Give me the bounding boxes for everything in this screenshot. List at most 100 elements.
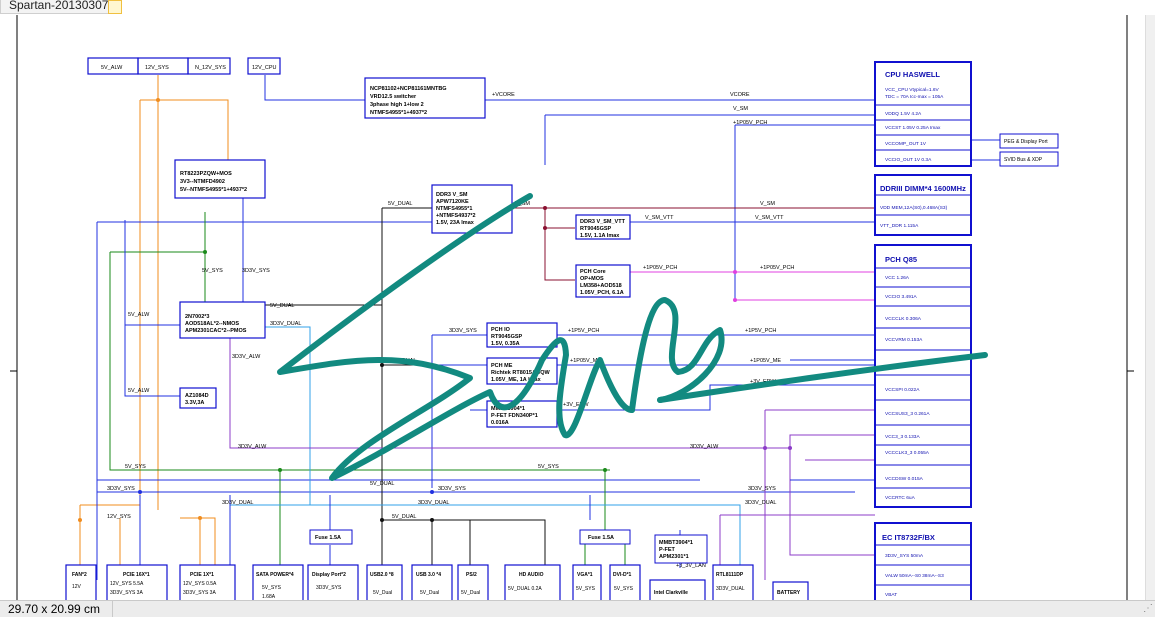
wire-5v-alw bbox=[124, 220, 180, 397]
schematic-sheet[interactable]: 5V_ALW 12V_SYS N_12V_SYS 12V_CPU +VCORE … bbox=[0, 15, 1145, 606]
junction-dots-black bbox=[380, 363, 434, 522]
rail-label: 5V_ALW bbox=[128, 388, 150, 394]
pch-row: VCCDSW 0.015A bbox=[885, 476, 924, 482]
rt8223-line: 5V--NTMFS4955*1+4937*2 bbox=[180, 187, 247, 193]
rail-label: 5V_DUAL bbox=[388, 201, 412, 207]
pch-io-line: 1.5V, 0.35A bbox=[491, 341, 520, 347]
ddr3-vsm-line: APW7120KE bbox=[436, 199, 469, 205]
document-tab[interactable]: Spartan-20130307 bbox=[0, 0, 118, 14]
rail-label: N_12V_SYS bbox=[195, 65, 226, 71]
peripheral-box-hd-audio bbox=[504, 564, 561, 606]
pch-core-line: PCH Core bbox=[580, 269, 606, 275]
pch-io-line: PCH IO bbox=[491, 327, 511, 333]
az1084-line: AZ1084D bbox=[185, 393, 209, 399]
rail-label: V_SM_VTT bbox=[645, 215, 674, 221]
pch-row: VCCVRM 0.153A bbox=[885, 337, 923, 343]
rail-label: 5V_SYS bbox=[538, 464, 559, 470]
dimm-title: DDRIII DIMM*4 1600MHz bbox=[880, 184, 966, 193]
cpu-row: VCCST 1.05V 0.25A Imax bbox=[885, 125, 941, 131]
rail-label: +1P05V_PCH bbox=[760, 265, 794, 271]
rail-label: 5V_DUAL bbox=[370, 481, 394, 487]
mmbt-line: 0.016A bbox=[491, 420, 509, 426]
rail-label: 5V_ALW bbox=[128, 312, 150, 318]
ec-title: EC IT8732F/BX bbox=[882, 533, 935, 542]
ddr3-vtt-line: RT9045GSP bbox=[580, 226, 612, 232]
pch-row: VCCSUS3_3 0.261A bbox=[885, 411, 930, 417]
rail-label: 3D3V_SYS bbox=[438, 486, 466, 492]
2n7002-line: APM2301CAC*2--PMOS bbox=[185, 328, 247, 334]
pch-me-line: PCH ME bbox=[491, 363, 513, 369]
ddr3-vtt-line: DDR3 V_SM_VTT bbox=[580, 219, 626, 225]
peg-display-port-label: PEG & Display Port bbox=[1004, 139, 1048, 145]
peripheral-name: RTL8111DP bbox=[716, 572, 744, 578]
peripheral-name: DVI-D*1 bbox=[613, 572, 632, 578]
resize-grip-icon[interactable]: ⋰ bbox=[1143, 603, 1153, 614]
peripheral-name: HD AUDIO bbox=[519, 572, 544, 578]
pch-row: VCCRTC 6uA bbox=[885, 495, 916, 501]
peripheral-rail: 3D3V_DUAL bbox=[716, 586, 745, 592]
svid-xdp-label: SVID Bus & XDP bbox=[1004, 157, 1043, 163]
rt8223-line: RT8223PZQW+MOS bbox=[180, 171, 232, 177]
status-bar-separator bbox=[112, 601, 113, 617]
peripheral-rail: 5V_Dual bbox=[461, 590, 480, 596]
rail-label: 3D3V_SYS bbox=[242, 268, 270, 274]
peripheral-name: PCIE 16X*1 bbox=[123, 572, 150, 578]
tab-file-icon bbox=[108, 0, 122, 14]
rail-label: 5V_DUAL bbox=[392, 514, 416, 520]
pch-core-line: OP+MOS bbox=[580, 276, 604, 282]
peripheral-box-rtl8111 bbox=[712, 564, 754, 606]
tab-bar: Spartan-20130307 bbox=[0, 0, 1155, 15]
cpu-row: VCCIO_OUT 1V 0.3A bbox=[885, 157, 932, 163]
peripheral-name: PS/2 bbox=[466, 572, 477, 578]
vr12-line: NCP81102+NCP81161MNTBG bbox=[370, 86, 447, 92]
pch-row: VCC3_3 0.133A bbox=[885, 434, 920, 440]
rail-label: V_SM_VTT bbox=[755, 215, 784, 221]
peripheral-box-dvi bbox=[609, 564, 641, 606]
wire-3d3v-drops bbox=[139, 495, 591, 568]
peripheral-box-sata bbox=[252, 564, 304, 606]
page-size-readout: 29.70 x 20.99 cm bbox=[8, 602, 101, 616]
ddr3-vsm-line: NTMFS4955*1 bbox=[436, 206, 472, 212]
peripheral-rail: 12V bbox=[72, 584, 82, 590]
peripheral-rail: 3D3V_SYS 3A bbox=[110, 590, 143, 596]
rail-label: +1P5V_PCH bbox=[568, 328, 599, 334]
pch-row: VCCSPI 0.022A bbox=[885, 387, 920, 393]
peripheral-rail: 5V_Dual bbox=[420, 590, 439, 596]
dimm-row: VTT_DDR 1.115A bbox=[880, 223, 919, 229]
rail-label: +1P05V_PCH bbox=[733, 120, 767, 126]
rail-label: V_SM bbox=[733, 106, 748, 112]
2n7002-line: 2N7002*3 bbox=[185, 314, 209, 320]
ddr3-vsm-line: DDR3 V_SM bbox=[436, 192, 468, 198]
rail-label: 3D3V_DUAL bbox=[418, 500, 450, 506]
peripheral-rail: 12V_SYS 5.5A bbox=[110, 581, 144, 587]
peripheral-name: USB 3.0 *4 bbox=[416, 572, 441, 578]
cpu-row: VCC_CPU Vtypical=1.6V bbox=[885, 87, 940, 93]
mmbt-lan-line: APM2301*1 bbox=[659, 554, 689, 560]
cpu-title: CPU HASWELL bbox=[885, 70, 940, 79]
wire-v-sm bbox=[512, 207, 875, 281]
ddr3-vtt-line: 1.5V, 1.1A Imax bbox=[580, 233, 620, 239]
wire-1p05v-pch bbox=[630, 271, 875, 301]
pch-core-line: LM358+AOD518 bbox=[580, 283, 622, 289]
peripheral-rail: 5V_DUAL 0.2A bbox=[508, 586, 542, 592]
peripheral-rail: 3D3V_SYS bbox=[316, 585, 342, 591]
peripheral-name: USB2.0 *8 bbox=[370, 572, 394, 578]
vertical-scrollbar[interactable] bbox=[1145, 15, 1155, 600]
peripheral-rail: 12V_SYS 0.5A bbox=[183, 581, 217, 587]
2n7002-line: AOD518AL*2--NMOS bbox=[185, 321, 239, 327]
rail-label: 12V_SYS bbox=[107, 514, 131, 520]
fuse-display-port-label: Fuse 1.5A bbox=[315, 535, 341, 541]
dimm-block: DDRIII DIMM*4 1600MHz VDD MEM,12A(S0),0.… bbox=[874, 174, 972, 236]
ec-row: 3D3V_SYS 50mA bbox=[885, 553, 924, 559]
peripheral-rail: 5V_SYS bbox=[614, 586, 634, 592]
rail-label: 12V_SYS bbox=[145, 65, 169, 71]
rail-label: 3D3V_DUAL bbox=[270, 321, 302, 327]
pch-row: VCCIO 3.491A bbox=[885, 294, 918, 300]
vr12-line: VRD12.5 switcher bbox=[370, 94, 417, 100]
rail-label: 5V_ALW bbox=[101, 65, 123, 71]
peripheral-box-vga bbox=[572, 564, 602, 606]
pch-title: PCH Q85 bbox=[885, 255, 917, 264]
peripheral-name: Intel Clarkville bbox=[654, 590, 688, 596]
peripheral-rail: 3D3V_SYS 3A bbox=[183, 590, 216, 596]
fuse-vga-label: Fuse 1.5A bbox=[588, 535, 614, 541]
